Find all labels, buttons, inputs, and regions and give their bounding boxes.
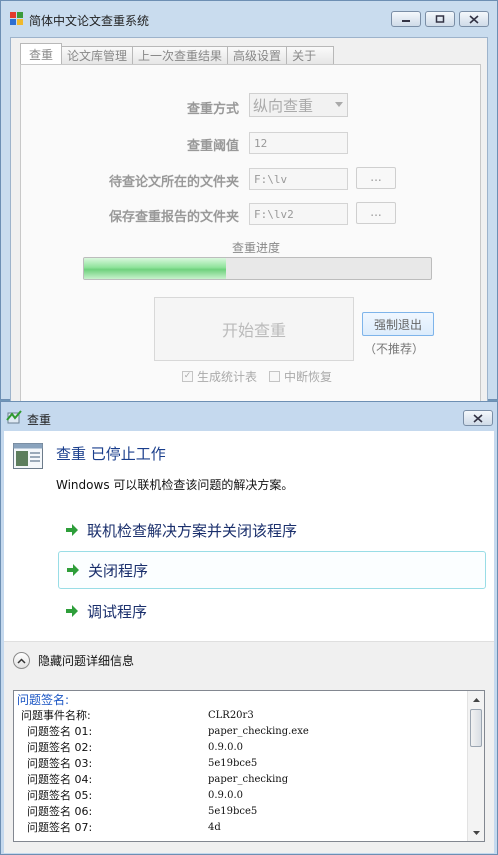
close-program-label: 关闭程序 bbox=[88, 561, 149, 580]
progress-bar bbox=[83, 257, 432, 280]
method-select[interactable]: 纵向查重 bbox=[249, 93, 348, 117]
detail-key: 问题签名 04: bbox=[27, 773, 93, 786]
debug-program-button[interactable]: 调试程序 bbox=[58, 592, 486, 630]
input-folder-field[interactable]: F:\lv bbox=[249, 168, 348, 190]
debug-program-label: 调试程序 bbox=[87, 602, 148, 621]
window-title: 简体中文论文查重系统 bbox=[29, 14, 150, 28]
tab-library[interactable]: 论文库管理 bbox=[61, 46, 134, 64]
detail-key: 问题事件名称: bbox=[21, 709, 91, 722]
maximize-button[interactable] bbox=[425, 11, 455, 27]
dialog-subtext: Windows 可以联机检查该问题的解决方案。 bbox=[56, 478, 294, 492]
dialog-title-bar[interactable]: 查重 bbox=[1, 402, 497, 432]
detail-row: 问题签名 05: 0.9.0.0 bbox=[17, 788, 467, 804]
output-folder-label: 保存查重报告的文件夹 bbox=[108, 210, 239, 225]
method-value: 纵向查重 bbox=[253, 96, 314, 115]
scroll-thumb[interactable] bbox=[470, 709, 482, 747]
method-label: 查重方式 bbox=[186, 102, 239, 117]
application-window-icon bbox=[13, 443, 43, 469]
dialog-body: 查重 已停止工作 Windows 可以联机检查该问题的解决方案。 联机检查解决方… bbox=[4, 431, 494, 641]
minimize-icon bbox=[402, 20, 410, 22]
tab-last-result[interactable]: 上一次查重结果 bbox=[132, 46, 229, 64]
hide-details-label: 隐藏问题详细信息 bbox=[38, 654, 135, 668]
detail-value: paper_checking.exe bbox=[208, 726, 309, 737]
scroll-down-icon bbox=[472, 830, 480, 835]
close-icon bbox=[469, 14, 479, 24]
detail-row: 问题签名 02: 0.9.0.0 bbox=[17, 740, 467, 756]
tab-strip: 查重 论文库管理 上一次查重结果 高级设置 关于 bbox=[20, 43, 335, 64]
main-window: 简体中文论文查重系统 查重 论文库管理 上一次查重结果 高级设置 关于 查重方式… bbox=[0, 0, 498, 404]
gen-stats-checkbox[interactable]: ✓ bbox=[182, 371, 193, 382]
scroll-up-icon bbox=[472, 697, 480, 702]
tab-check[interactable]: 查重 bbox=[20, 43, 63, 64]
problem-signature-header: 问题签名: bbox=[17, 693, 70, 707]
app-icon bbox=[10, 12, 23, 25]
tab-about[interactable]: 关于 bbox=[286, 46, 335, 64]
threshold-label: 查重阈值 bbox=[186, 139, 239, 154]
detail-row: 问题签名 03: 5e19bce5 bbox=[17, 756, 467, 772]
detail-value: 5e19bce5 bbox=[208, 758, 258, 769]
details-content: 问题签名: 问题事件名称: CLR20r3 问题签名 01: paper_che… bbox=[17, 693, 467, 836]
progress-fill bbox=[84, 258, 227, 279]
gen-stats-option[interactable]: ✓ 生成统计表 bbox=[182, 368, 257, 385]
green-arrow-icon bbox=[66, 605, 78, 617]
client-area: 查重 论文库管理 上一次查重结果 高级设置 关于 查重方式 纵向查重 查重阈值 … bbox=[10, 37, 488, 404]
minimize-button[interactable] bbox=[391, 11, 421, 27]
start-check-button[interactable]: 开始查重 bbox=[154, 297, 354, 361]
detail-key: 问题签名 05: bbox=[27, 789, 93, 802]
detail-key: 问题签名 02: bbox=[27, 741, 93, 754]
detail-key: 问题签名 01: bbox=[27, 725, 93, 738]
hide-details-toggle[interactable]: 隐藏问题详细信息 bbox=[13, 652, 134, 669]
force-exit-button[interactable]: 强制退出 bbox=[362, 312, 434, 336]
green-arrow-icon bbox=[67, 564, 79, 576]
resume-label: 中断恢复 bbox=[284, 370, 333, 384]
scroll-down-button[interactable] bbox=[468, 824, 484, 841]
collapse-toggle-button[interactable] bbox=[13, 652, 30, 669]
browse-input-button[interactable]: ... bbox=[356, 167, 396, 189]
detail-row: 问题签名 04: paper_checking bbox=[17, 772, 467, 788]
gen-stats-label: 生成统计表 bbox=[197, 370, 258, 384]
detail-value: 4d bbox=[208, 822, 221, 833]
dialog-heading: 查重 已停止工作 bbox=[56, 445, 166, 463]
detail-value: paper_checking bbox=[208, 774, 289, 785]
output-folder-field[interactable]: F:\lv2 bbox=[249, 203, 348, 225]
detail-value: 5e19bce5 bbox=[208, 806, 258, 817]
tab-advanced[interactable]: 高级设置 bbox=[227, 46, 288, 64]
detail-key: 问题签名 03: bbox=[27, 757, 93, 770]
title-bar[interactable]: 简体中文论文查重系统 bbox=[1, 1, 497, 37]
check-online-label: 联机检查解决方案并关闭该程序 bbox=[87, 521, 298, 540]
green-arrow-icon bbox=[66, 524, 78, 536]
check-online-solution-button[interactable]: 联机检查解决方案并关闭该程序 bbox=[58, 511, 486, 549]
detail-row: 问题事件名称: CLR20r3 bbox=[17, 708, 467, 724]
detail-row: 问题签名 06: 5e19bce5 bbox=[17, 804, 467, 820]
close-icon bbox=[473, 413, 483, 423]
program-icon bbox=[6, 410, 22, 424]
input-folder-label: 待查论文所在的文件夹 bbox=[108, 175, 239, 190]
detail-value: CLR20r3 bbox=[208, 710, 254, 721]
close-button[interactable] bbox=[459, 11, 489, 27]
detail-key: 问题签名 06: bbox=[27, 805, 93, 818]
check-panel: 查重方式 纵向查重 查重阈值 12 待查论文所在的文件夹 F:\lv ... 保… bbox=[20, 64, 481, 404]
dialog-footer: 隐藏问题详细信息 问题签名: 问题事件名称: CLR20r3 问题签名 01: … bbox=[4, 641, 494, 853]
threshold-input[interactable]: 12 bbox=[249, 132, 348, 154]
maximize-icon bbox=[435, 15, 445, 23]
detail-value: 0.9.0.0 bbox=[208, 742, 243, 753]
not-recommended-note: （不推荐） bbox=[364, 342, 425, 356]
detail-value: 0.9.0.0 bbox=[208, 790, 243, 801]
browse-output-button[interactable]: ... bbox=[356, 202, 396, 224]
details-scrollbar[interactable] bbox=[467, 691, 484, 841]
progress-label: 查重进度 bbox=[232, 241, 281, 255]
detail-row: 问题签名 07: 4d bbox=[17, 820, 467, 836]
chevron-down-icon bbox=[335, 102, 343, 107]
problem-details-box[interactable]: 问题签名: 问题事件名称: CLR20r3 问题签名 01: paper_che… bbox=[13, 690, 485, 842]
close-program-button[interactable]: 关闭程序 bbox=[58, 551, 486, 589]
error-dialog: 查重 查重 已停止工作 Windows 可以联机检查该问题的解决方案。 联机检查… bbox=[0, 401, 498, 855]
dialog-close-button[interactable] bbox=[463, 410, 493, 426]
detail-row: 问题签名 01: paper_checking.exe bbox=[17, 724, 467, 740]
scroll-up-button[interactable] bbox=[468, 691, 484, 708]
resume-option[interactable]: 中断恢复 bbox=[269, 368, 332, 385]
resume-checkbox[interactable] bbox=[269, 371, 280, 382]
dialog-title: 查重 bbox=[27, 413, 52, 427]
detail-key: 问题签名 07: bbox=[27, 821, 93, 834]
chevron-up-icon bbox=[17, 657, 26, 664]
